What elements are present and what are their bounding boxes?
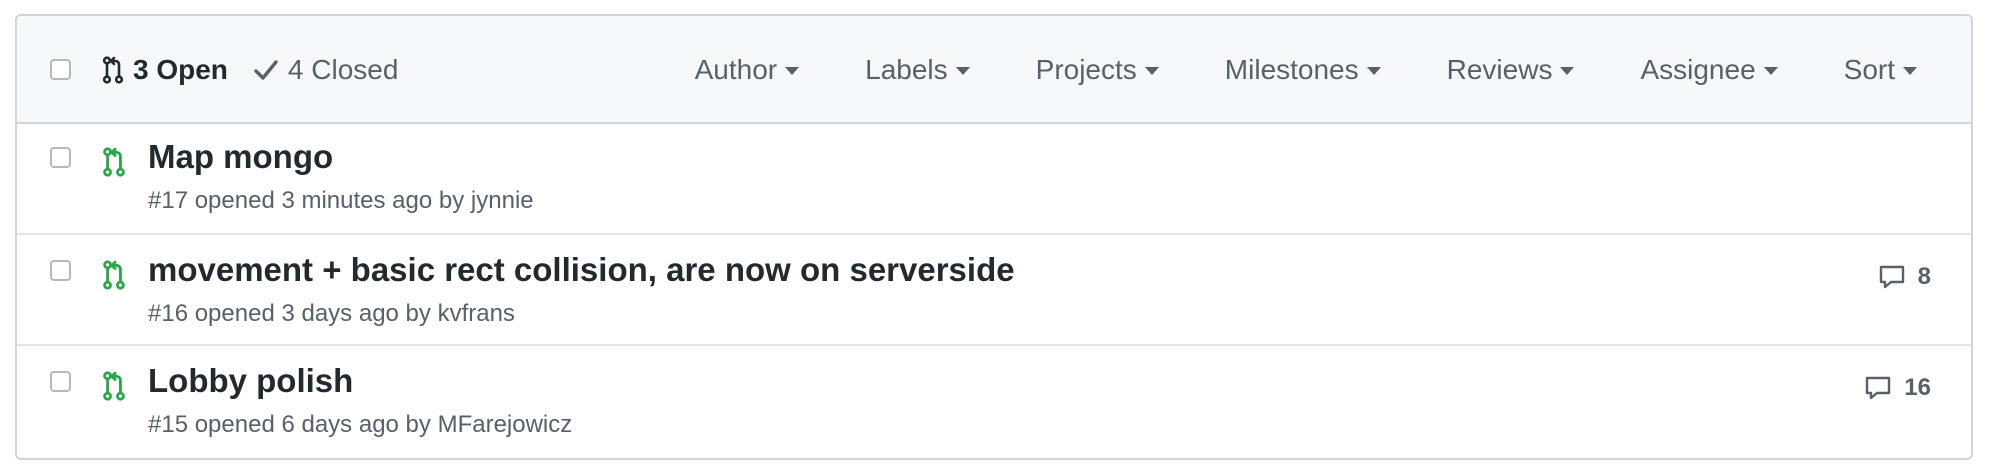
open-filter-link[interactable]: 3 Open: [103, 54, 228, 86]
caret-down-icon: [1903, 67, 1917, 75]
list-item: Lobby polish #15 opened 6 days ago by MF…: [17, 344, 1971, 458]
labels-filter-label: Labels: [865, 54, 948, 85]
comment-count-link[interactable]: 8: [1878, 263, 1931, 291]
row-checkbox[interactable]: [50, 260, 71, 281]
list-item: movement + basic rect collision, are now…: [17, 233, 1971, 348]
row-checkbox[interactable]: [50, 371, 71, 392]
git-pull-request-icon: [103, 56, 123, 84]
pr-meta: #16 opened 3 days ago by kvfrans: [148, 300, 515, 327]
git-pull-request-icon: [103, 147, 125, 177]
assignee-filter[interactable]: Assignee: [1640, 54, 1778, 86]
closed-count: 4 Closed: [287, 54, 399, 85]
filter-bar: Author Labels Projects Milestones Review…: [695, 52, 1917, 88]
comment-icon: [1866, 376, 1891, 400]
assignee-filter-label: Assignee: [1640, 54, 1756, 85]
caret-down-icon: [1560, 67, 1575, 75]
reviews-filter-label: Reviews: [1446, 54, 1553, 85]
pr-meta: #17 opened 3 minutes ago by jynnie: [148, 187, 534, 214]
select-all-checkbox[interactable]: [50, 59, 71, 80]
pr-title-link[interactable]: Map mongo: [148, 138, 333, 176]
sort-filter[interactable]: Sort: [1844, 54, 1917, 86]
pr-meta: #15 opened 6 days ago by MFarejowicz: [148, 411, 573, 438]
caret-down-icon: [785, 67, 800, 75]
labels-filter[interactable]: Labels: [865, 54, 970, 86]
pull-request-list: 3 Open 4 Closed Author Labels Projects M…: [15, 14, 1973, 460]
list-header: 3 Open 4 Closed Author Labels Projects M…: [17, 16, 1971, 124]
closed-filter-link[interactable]: 4 Closed: [254, 54, 399, 86]
sort-filter-label: Sort: [1843, 54, 1895, 85]
pr-title-link[interactable]: Lobby polish: [148, 362, 353, 400]
milestones-filter[interactable]: Milestones: [1225, 54, 1381, 86]
git-pull-request-icon: [103, 371, 125, 401]
row-checkbox[interactable]: [50, 147, 71, 168]
caret-down-icon: [1144, 67, 1159, 75]
reviews-filter[interactable]: Reviews: [1447, 54, 1575, 86]
comment-count: 8: [1917, 263, 1931, 290]
author-filter-label: Author: [694, 54, 778, 85]
pr-title-link[interactable]: movement + basic rect collision, are now…: [148, 251, 1015, 289]
list-item: Map mongo #17 opened 3 minutes ago by jy…: [17, 122, 1971, 235]
state-toggle: 3 Open 4 Closed: [103, 52, 398, 88]
comment-icon: [1879, 265, 1904, 289]
author-filter[interactable]: Author: [695, 54, 800, 86]
projects-filter[interactable]: Projects: [1036, 54, 1159, 86]
comment-count-link[interactable]: 16: [1864, 374, 1931, 402]
check-icon: [254, 60, 278, 80]
projects-filter-label: Projects: [1035, 54, 1137, 85]
caret-down-icon: [955, 67, 970, 75]
git-pull-request-icon: [103, 260, 125, 290]
open-count: 3 Open: [133, 54, 228, 85]
caret-down-icon: [1763, 67, 1778, 75]
comment-count: 16: [1904, 374, 1931, 401]
milestones-filter-label: Milestones: [1224, 54, 1359, 85]
caret-down-icon: [1366, 67, 1381, 75]
